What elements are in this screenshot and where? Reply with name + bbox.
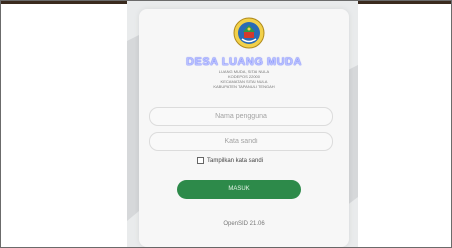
- show-password-label: Tampilkan kata sandi: [207, 157, 264, 164]
- screenshot-frame: DESA LUANG MUDA LUANG MUDA, SITAI NULA K…: [0, 0, 452, 248]
- username-input[interactable]: [150, 108, 332, 125]
- checkbox-icon[interactable]: [197, 157, 204, 164]
- top-strip-right: [358, 1, 451, 4]
- login-card: DESA LUANG MUDA LUANG MUDA, SITAI NULA K…: [139, 9, 349, 247]
- top-strip-left: [1, 1, 127, 4]
- village-emblem-icon: [233, 17, 265, 49]
- show-password-toggle[interactable]: Tampilkan kata sandi: [197, 157, 263, 164]
- app-version: OpenSID 21.06: [223, 221, 265, 227]
- username-field[interactable]: [149, 107, 333, 126]
- password-input[interactable]: [150, 133, 332, 150]
- password-field[interactable]: [149, 132, 333, 151]
- address-line-4: KABUPATEN TAPANULI TENGAH: [213, 84, 275, 89]
- login-button[interactable]: MASUK: [177, 180, 301, 199]
- village-name: DESA LUANG MUDA: [186, 56, 302, 68]
